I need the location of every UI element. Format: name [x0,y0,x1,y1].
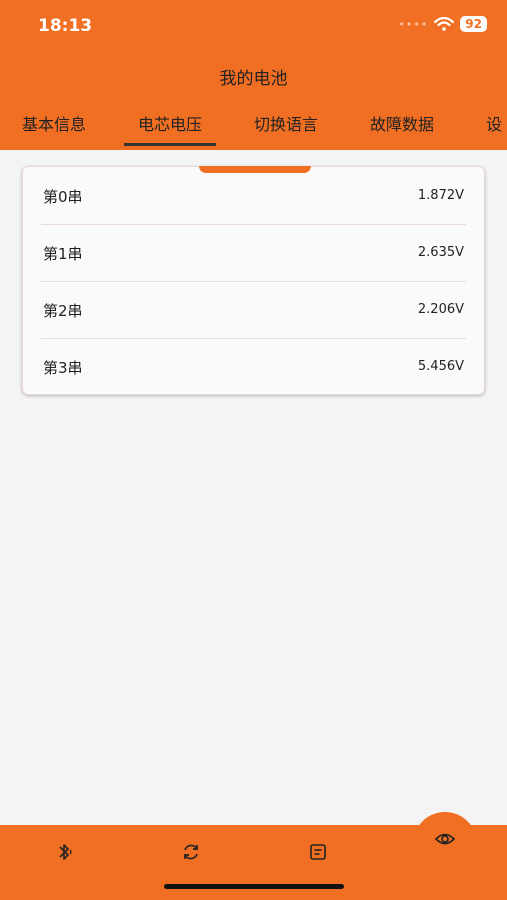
tab-bar: 基本信息 电芯电压 切换语言 故障数据 设 [0,108,507,150]
cell-label: 第2串 [43,302,83,320]
refresh-icon[interactable] [180,841,202,863]
tab-fault-data[interactable]: 故障数据 [370,108,434,148]
status-time: 18:13 [38,16,93,36]
cell-voltage: 2.206V [417,302,464,317]
cell-row: 第2串 2.206V [41,281,466,339]
cell-voltage-card: 第0串 1.872V 第1串 2.635V 第2串 2.206V 第3串 5.4… [22,166,485,395]
cell-voltage: 5.456V [417,359,464,374]
eye-icon[interactable] [434,828,456,850]
cell-voltage: 2.635V [417,245,464,260]
cell-label: 第0串 [43,188,83,206]
cell-label: 第3串 [43,359,83,377]
app-header: 18:13 •••• 92 我的电池 基本信息 电芯电压 切换语言 故障数据 设 [0,0,507,150]
bluetooth-icon[interactable] [53,841,75,863]
status-indicators: •••• 92 [398,16,487,32]
tab-cell-voltage[interactable]: 电芯电压 [123,108,217,148]
page-title: 我的电池 [219,69,288,89]
cell-label: 第1串 [43,245,83,263]
tab-switch-language[interactable]: 切换语言 [254,108,318,148]
cell-row: 第1串 2.635V [41,224,466,282]
cell-row: 第0串 1.872V [41,167,466,225]
tab-basic-info[interactable]: 基本信息 [22,108,86,148]
cell-voltage: 1.872V [417,188,464,203]
tab-settings[interactable]: 设 [486,108,502,148]
signal-dots-icon: •••• [398,17,429,31]
wifi-icon [434,17,455,31]
home-indicator [164,884,344,889]
battery-indicator: 92 [460,16,487,32]
cell-row: 第3串 5.456V [41,338,466,395]
document-icon[interactable] [307,841,329,863]
